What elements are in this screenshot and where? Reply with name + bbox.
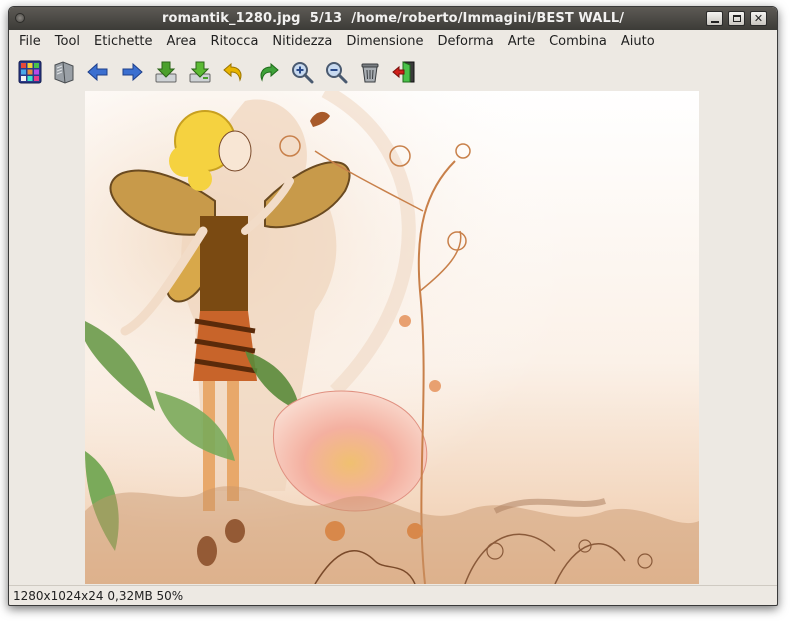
menu-ritocca[interactable]: Ritocca — [203, 31, 265, 53]
title-bar[interactable]: romantik_1280.jpg 5/13 /home/roberto/Imm… — [9, 7, 777, 30]
maximize-icon — [732, 15, 741, 22]
window-menu-icon[interactable] — [15, 13, 25, 23]
menu-arte[interactable]: Arte — [501, 31, 542, 53]
menu-bar: File Tool Etichette Area Ritocca Nitidez… — [9, 31, 777, 53]
thumbnail-grid-icon — [18, 60, 42, 84]
window-title: romantik_1280.jpg 5/13 /home/roberto/Imm… — [161, 11, 625, 26]
exit-button[interactable] — [389, 57, 419, 87]
application-window: romantik_1280.jpg 5/13 /home/roberto/Imm… — [8, 6, 778, 606]
zoom-out-icon — [326, 62, 348, 84]
menu-dimensione[interactable]: Dimensione — [339, 31, 430, 53]
save-icon — [155, 61, 177, 83]
menu-tool[interactable]: Tool — [48, 31, 87, 53]
undo-icon — [223, 62, 242, 82]
zoom-out-button[interactable] — [321, 57, 351, 87]
menu-aiuto[interactable]: Aiuto — [614, 31, 662, 53]
open-folder-icon — [54, 61, 74, 84]
status-bar: 1280x1024x24 0,32MB 50% — [9, 585, 777, 605]
menu-nitidezza[interactable]: Nitidezza — [265, 31, 339, 53]
close-button[interactable]: ✕ — [750, 11, 767, 26]
undo-button[interactable] — [219, 57, 249, 87]
zoom-in-button[interactable] — [287, 57, 317, 87]
open-button[interactable] — [49, 57, 79, 87]
previous-button[interactable] — [83, 57, 113, 87]
menu-combina[interactable]: Combina — [542, 31, 614, 53]
redo-icon — [260, 62, 279, 82]
image-viewport[interactable] — [9, 91, 777, 584]
close-icon: ✕ — [753, 12, 764, 25]
image-info-text: 1280x1024x24 0,32MB 50% — [13, 589, 184, 603]
image-canvas[interactable] — [85, 91, 699, 584]
exit-icon — [392, 61, 415, 83]
menu-etichette[interactable]: Etichette — [87, 31, 160, 53]
trash-icon — [361, 63, 379, 83]
next-button[interactable] — [117, 57, 147, 87]
maximize-button[interactable] — [728, 11, 745, 26]
toolbar — [9, 55, 777, 89]
arrow-left-icon — [87, 62, 108, 82]
menu-area[interactable]: Area — [160, 31, 204, 53]
save-as-button[interactable] — [185, 57, 215, 87]
minimize-button[interactable] — [706, 11, 723, 26]
thumbnails-button[interactable] — [15, 57, 45, 87]
zoom-in-icon — [292, 62, 314, 84]
menu-deforma[interactable]: Deforma — [430, 31, 500, 53]
delete-button[interactable] — [355, 57, 385, 87]
save-as-icon — [189, 61, 211, 83]
menu-file[interactable]: File — [12, 31, 48, 53]
redo-button[interactable] — [253, 57, 283, 87]
displayed-image — [85, 91, 699, 584]
minimize-icon — [710, 20, 719, 23]
arrow-right-icon — [122, 62, 143, 82]
save-button[interactable] — [151, 57, 181, 87]
